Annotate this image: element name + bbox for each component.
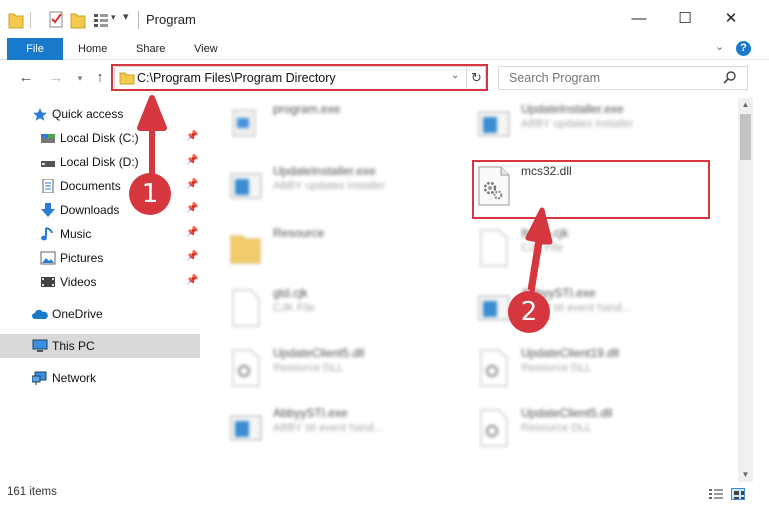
annotation-arrows <box>137 95 553 293</box>
step-2-badge: 2 <box>508 291 550 333</box>
file-explorer-window: ▾ ▾ Program — ☐ ✕ File Home Share View ⌄… <box>0 0 769 522</box>
step-1-badge: 1 <box>129 173 171 215</box>
